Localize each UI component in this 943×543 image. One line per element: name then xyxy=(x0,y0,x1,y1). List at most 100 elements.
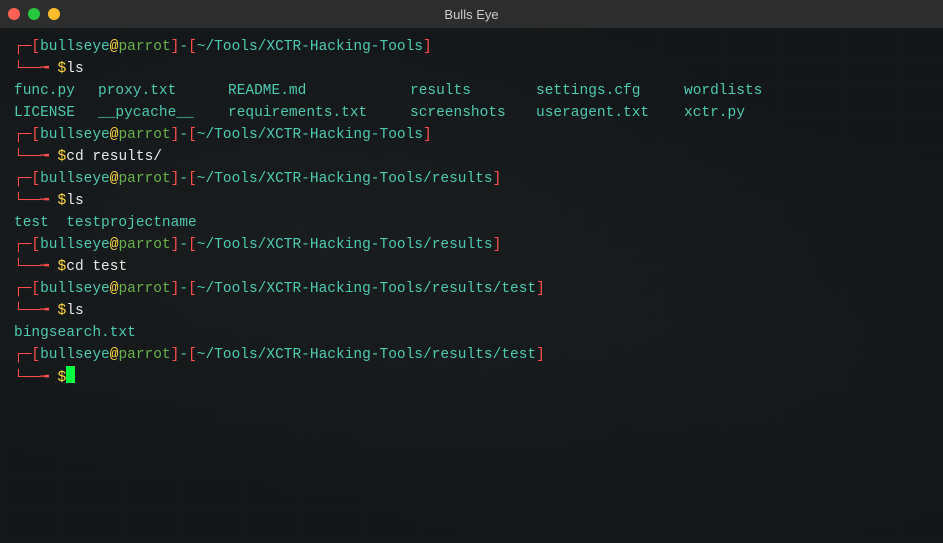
dollar-sign: $ xyxy=(58,193,67,209)
prompt-user: bullseye xyxy=(40,39,110,55)
prompt-corner: ┌─ xyxy=(14,347,31,363)
command-text: ls xyxy=(66,193,83,209)
window-title: Bulls Eye xyxy=(444,7,498,22)
prompt-path: ~/Tools/XCTR-Hacking-Tools/results xyxy=(197,237,493,253)
prompt-path: ~/Tools/XCTR-Hacking-Tools/results xyxy=(197,171,493,187)
dir-item: __pycache__ xyxy=(98,102,228,124)
prompt-arrow: └──╼ xyxy=(14,61,58,77)
prompt-host: parrot xyxy=(118,237,170,253)
file-item: func.py xyxy=(14,80,98,102)
dollar-sign: $ xyxy=(58,259,67,275)
command-line: └──╼ $ls xyxy=(14,300,929,322)
ls-output-row: bingsearch.txt xyxy=(14,322,929,344)
ls-output-row: LICENSE__pycache__requirements.txtscreen… xyxy=(14,102,929,124)
prompt-host: parrot xyxy=(118,347,170,363)
prompt-line: ┌─[bullseye@parrot]-[~/Tools/XCTR-Hackin… xyxy=(14,36,929,58)
prompt-line: ┌─[bullseye@parrot]-[~/Tools/XCTR-Hackin… xyxy=(14,344,929,366)
prompt-arrow: └──╼ xyxy=(14,303,58,319)
bracket-close: ] xyxy=(423,39,432,55)
prompt-user: bullseye xyxy=(40,347,110,363)
prompt-user: bullseye xyxy=(40,237,110,253)
bracket-close: ] xyxy=(536,347,545,363)
dollar-sign: $ xyxy=(58,149,67,165)
command-line: └──╼ $cd results/ xyxy=(14,146,929,168)
prompt-arrow: └──╼ xyxy=(14,259,58,275)
titlebar: Bulls Eye xyxy=(0,0,943,28)
minimize-icon[interactable] xyxy=(28,8,40,20)
command-line: └──╼ $ls xyxy=(14,190,929,212)
dollar-sign: $ xyxy=(58,370,67,386)
prompt-path: ~/Tools/XCTR-Hacking-Tools xyxy=(197,39,423,55)
command-text: ls xyxy=(66,61,83,77)
file-item: README.md xyxy=(228,80,410,102)
terminal-body[interactable]: ┌─[bullseye@parrot]-[~/Tools/XCTR-Hackin… xyxy=(0,28,943,543)
prompt-line: ┌─[bullseye@parrot]-[~/Tools/XCTR-Hackin… xyxy=(14,168,929,190)
dir-item: results xyxy=(410,80,536,102)
prompt-line: ┌─[bullseye@parrot]-[~/Tools/XCTR-Hackin… xyxy=(14,124,929,146)
bracket-open: [ xyxy=(31,347,40,363)
maximize-icon[interactable] xyxy=(48,8,60,20)
file-item: useragent.txt xyxy=(536,102,684,124)
file-item: bingsearch.txt xyxy=(14,325,136,341)
dollar-sign: $ xyxy=(58,303,67,319)
file-item: proxy.txt xyxy=(98,80,228,102)
file-item: xctr.py xyxy=(684,105,745,121)
command-line: └──╼ $cd test xyxy=(14,256,929,278)
prompt-corner: ┌─ xyxy=(14,171,31,187)
bracket-open: [ xyxy=(31,171,40,187)
prompt-dash: - xyxy=(179,281,188,297)
bracket-open: [ xyxy=(31,237,40,253)
prompt-corner: ┌─ xyxy=(14,39,31,55)
bracket-open: [ xyxy=(188,171,197,187)
file-item: requirements.txt xyxy=(228,102,410,124)
prompt-host: parrot xyxy=(118,281,170,297)
terminal-window: Bulls Eye ┌─[bullseye@parrot]-[~/Tools/X… xyxy=(0,0,943,543)
ls-output-row: test testprojectname xyxy=(14,212,929,234)
bracket-open: [ xyxy=(31,281,40,297)
prompt-line: ┌─[bullseye@parrot]-[~/Tools/XCTR-Hackin… xyxy=(14,278,929,300)
dir-item: wordlists xyxy=(684,83,762,99)
prompt-dash: - xyxy=(179,39,188,55)
bracket-close: ] xyxy=(493,237,502,253)
prompt-dash: - xyxy=(179,237,188,253)
bracket-close: ] xyxy=(423,127,432,143)
command-text: cd test xyxy=(66,259,127,275)
prompt-user: bullseye xyxy=(40,127,110,143)
dir-item: testprojectname xyxy=(66,215,197,231)
prompt-dash: - xyxy=(179,171,188,187)
bracket-open: [ xyxy=(188,281,197,297)
prompt-path: ~/Tools/XCTR-Hacking-Tools/results/test xyxy=(197,281,536,297)
bracket-close: ] xyxy=(536,281,545,297)
prompt-host: parrot xyxy=(118,127,170,143)
prompt-path: ~/Tools/XCTR-Hacking-Tools/results/test xyxy=(197,347,536,363)
command-text: cd results/ xyxy=(66,149,162,165)
command-line-active[interactable]: └──╼ $ xyxy=(14,366,929,389)
command-line: └──╼ $ls xyxy=(14,58,929,80)
prompt-arrow: └──╼ xyxy=(14,370,58,386)
prompt-dash: - xyxy=(179,127,188,143)
dir-item: test xyxy=(14,215,49,231)
file-item: settings.cfg xyxy=(536,80,684,102)
bracket-open: [ xyxy=(188,39,197,55)
dollar-sign: $ xyxy=(58,61,67,77)
close-icon[interactable] xyxy=(8,8,20,20)
prompt-host: parrot xyxy=(118,171,170,187)
prompt-corner: ┌─ xyxy=(14,127,31,143)
prompt-host: parrot xyxy=(118,39,170,55)
prompt-user: bullseye xyxy=(40,171,110,187)
bracket-open: [ xyxy=(31,127,40,143)
dir-item: screenshots xyxy=(410,102,536,124)
bracket-open: [ xyxy=(188,237,197,253)
cursor-icon xyxy=(66,366,75,383)
prompt-corner: ┌─ xyxy=(14,237,31,253)
prompt-dash: - xyxy=(179,347,188,363)
prompt-corner: ┌─ xyxy=(14,281,31,297)
ls-output-row: func.pyproxy.txtREADME.mdresultssettings… xyxy=(14,80,929,102)
prompt-line: ┌─[bullseye@parrot]-[~/Tools/XCTR-Hackin… xyxy=(14,234,929,256)
prompt-path: ~/Tools/XCTR-Hacking-Tools xyxy=(197,127,423,143)
prompt-arrow: └──╼ xyxy=(14,193,58,209)
bracket-close: ] xyxy=(493,171,502,187)
prompt-arrow: └──╼ xyxy=(14,149,58,165)
prompt-user: bullseye xyxy=(40,281,110,297)
bracket-open: [ xyxy=(188,127,197,143)
